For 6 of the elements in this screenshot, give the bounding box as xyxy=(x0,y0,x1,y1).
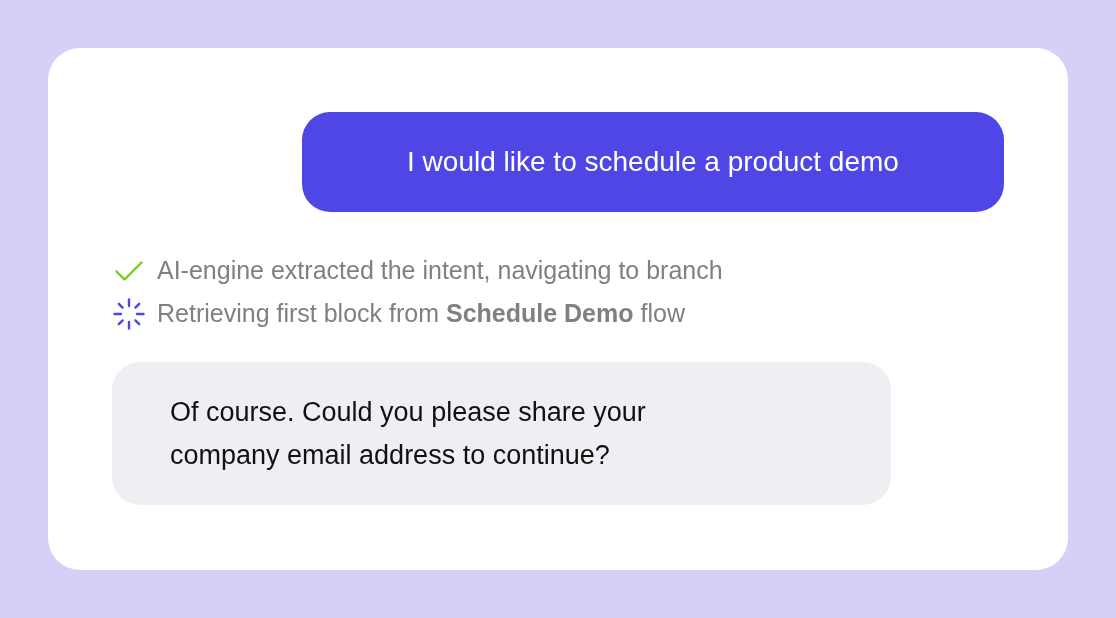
status-text: AI-engine extracted the intent, navigating to branch xyxy=(157,254,723,286)
spinner-icon xyxy=(113,297,145,330)
check-icon xyxy=(115,260,143,281)
status-text: Retrieving first block from Schedule Demo flow xyxy=(157,297,685,329)
user-message-bubble: I would like to schedule a product demo xyxy=(302,112,1004,212)
bot-message-bubble: Of course. Could you please share your company email address to continue? xyxy=(112,362,891,505)
